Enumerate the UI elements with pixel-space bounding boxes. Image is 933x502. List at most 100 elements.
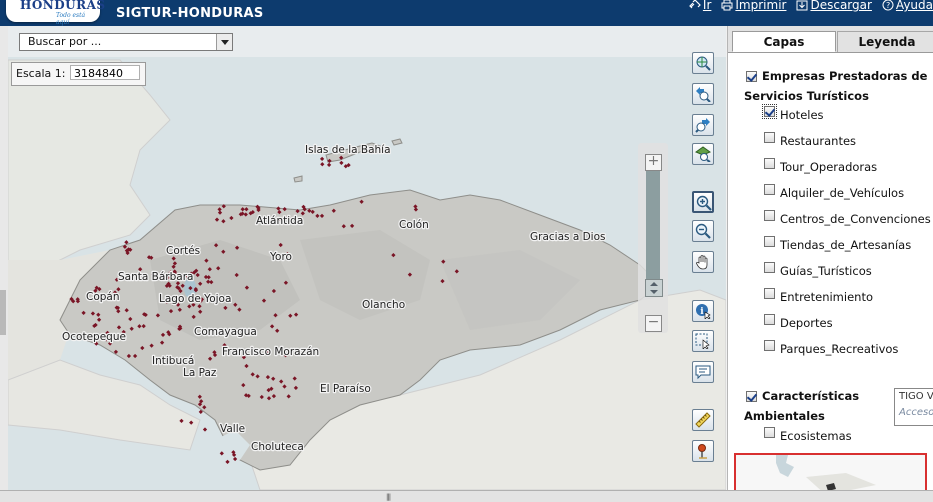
tab-capas[interactable]: Capas [732, 31, 836, 52]
map-viewport[interactable]: Islas de la Bahía Atlántida Colón Gracias a… [8, 26, 726, 490]
zoom-in-icon [696, 195, 712, 211]
map-label: Yoro [269, 251, 292, 263]
layer-checkbox[interactable] [764, 262, 775, 273]
layer-checkbox[interactable] [764, 236, 775, 247]
bottom-splitter[interactable]: ||| [0, 490, 933, 502]
map-zoom-icon [695, 146, 711, 162]
zoom-next-icon [695, 118, 710, 133]
search-by-dropdown[interactable]: Buscar por ... [19, 33, 233, 51]
honduras-map[interactable]: Islas de la Bahía Atlántida Colón Gracias a… [8, 26, 726, 490]
app-header: HONDURAS Todo está aquí SIGTUR-HONDURAS … [0, 0, 933, 26]
location-button[interactable] [692, 440, 714, 462]
tooltip-subtitle: Acceso [899, 407, 933, 418]
honduras-logo[interactable]: HONDURAS Todo está aquí [6, 0, 105, 26]
map-label: Intibucá [152, 355, 194, 367]
ruler-icon [695, 412, 711, 428]
zoom-out-button[interactable] [692, 220, 714, 242]
layer-tooltip: TIGO V Acceso [894, 388, 933, 426]
layer-checkbox[interactable] [762, 104, 777, 119]
layer-checkbox[interactable] [764, 427, 775, 438]
scale-box: Escala 1: 3184840 [11, 62, 146, 86]
group-ambientales-checkbox[interactable] [746, 391, 757, 402]
zoom-plus-icon[interactable]: + [645, 154, 662, 171]
go-link[interactable]: Ir [689, 0, 711, 12]
link-icon [689, 0, 701, 9]
zoom-minus-icon[interactable]: − [645, 315, 662, 332]
info-cursor-icon: i [696, 304, 711, 319]
comment-button[interactable] [692, 361, 714, 383]
map-label: Choluteca [251, 441, 304, 453]
zoom-track[interactable] [646, 171, 660, 289]
layer-label: Deportes [780, 316, 833, 330]
zoom-slider[interactable]: + − [638, 143, 668, 333]
logo-text: HONDURAS [20, 0, 106, 12]
layer-label: Restaurantes [780, 134, 857, 148]
zoom-region-button[interactable] [692, 143, 714, 165]
svg-text:?: ? [886, 1, 890, 10]
scale-input[interactable]: 3184840 [70, 65, 140, 80]
help-link-label: Ayuda [895, 0, 933, 12]
group-empresas-label: Empresas Prestadoras de Servicios Turíst… [744, 69, 928, 103]
layer-checkbox[interactable] [764, 340, 775, 351]
map-pin-icon [698, 444, 707, 459]
layer-label: Centros_de_Convenciones [780, 212, 931, 226]
map-label: Islas de la Bahía [305, 144, 391, 156]
splitter-grip-icon: ||| [386, 493, 391, 501]
download-icon [796, 0, 808, 11]
layer-checkbox[interactable] [764, 158, 775, 169]
layer-checkbox[interactable] [764, 132, 775, 143]
layer-checkbox[interactable] [764, 210, 775, 221]
slider-handle-icon [650, 282, 658, 294]
left-panel-toggle[interactable] [0, 290, 6, 335]
help-link[interactable]: ? Ayuda [882, 0, 933, 12]
layer-label: Parques_Recreativos [780, 342, 899, 356]
layer-label: Guías_Turísticos [780, 264, 872, 278]
logo-tagline: Todo está aquí [56, 12, 86, 26]
zoom-slider-handle[interactable] [645, 279, 663, 297]
go-link-label: Ir [702, 0, 712, 12]
download-link-label: Descargar [810, 0, 872, 12]
layer-label: Ecosistemas [780, 429, 852, 443]
previous-extent-button[interactable] [692, 83, 714, 105]
layer-label: Alquiler_de_Vehículos [780, 186, 905, 200]
layer-label: Hoteles [780, 108, 824, 122]
map-label: La Paz [183, 367, 217, 379]
layer-label: Tiendas_de_Artesanías [780, 238, 912, 252]
pan-button[interactable] [692, 251, 714, 273]
map-label: Atlántida [256, 215, 303, 227]
full-extent-button[interactable] [692, 52, 714, 74]
select-area-button[interactable] [692, 330, 714, 352]
map-label: Santa Bárbara [118, 271, 193, 283]
layer-checkbox[interactable] [764, 314, 775, 325]
print-link-label: Imprimir [735, 0, 787, 12]
map-label: Valle [220, 423, 245, 435]
speech-bubble-icon [695, 365, 711, 380]
hand-icon [696, 255, 708, 270]
print-link[interactable]: Imprimir [721, 0, 786, 12]
zoom-out-icon [695, 223, 711, 239]
layer-checkbox[interactable] [764, 184, 775, 195]
map-label: Ocotepeque [62, 331, 126, 343]
map-label: Francisco Morazán [222, 346, 319, 358]
printer-icon [721, 0, 733, 11]
tab-leyenda[interactable]: Leyenda [837, 31, 933, 52]
map-label: Colón [399, 219, 429, 231]
left-panel-edge [0, 26, 8, 490]
layer-checkbox[interactable] [764, 288, 775, 299]
identify-button[interactable]: i [692, 300, 714, 322]
search-by-value: Buscar por ... [28, 35, 102, 48]
layer-group-empresas[interactable]: Empresas Prestadoras de Servicios Turíst… [744, 66, 933, 106]
group-empresas-checkbox[interactable] [746, 71, 757, 82]
map-label: Gracias a Dios [530, 231, 606, 243]
map-label: Cortés [166, 245, 200, 257]
download-link[interactable]: Descargar [796, 0, 872, 12]
zoom-in-button[interactable] [692, 191, 714, 213]
next-extent-button[interactable] [692, 114, 714, 136]
layer-label: Tour_Operadoras [780, 160, 878, 174]
map-label: Olancho [362, 299, 405, 311]
measure-button[interactable] [692, 409, 714, 431]
help-icon: ? [882, 0, 894, 11]
svg-text:i: i [700, 307, 704, 317]
select-rectangle-icon [695, 333, 710, 349]
chevron-down-icon[interactable] [216, 34, 232, 50]
